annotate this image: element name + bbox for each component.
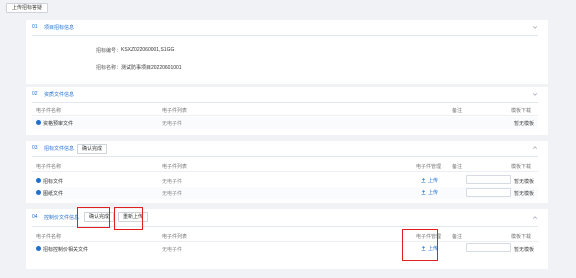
highlight-box bbox=[402, 229, 438, 261]
field-value: 测试防事项目20220601001 bbox=[121, 65, 182, 71]
note-input[interactable] bbox=[466, 175, 511, 184]
files-table: 电子件名称 电子件列表 电子件管理 备注 模板下载 招标控制价相关文件 无电子件… bbox=[32, 233, 538, 267]
file-list: 无电子件 bbox=[162, 247, 183, 253]
upload-label: 上传 bbox=[428, 190, 439, 196]
chevron-up-icon[interactable] bbox=[532, 215, 538, 221]
file-name: 招标文件 bbox=[43, 179, 64, 185]
note-input[interactable] bbox=[466, 188, 511, 197]
column-header-list: 电子件列表 bbox=[162, 234, 188, 240]
chevron-down-icon[interactable] bbox=[532, 91, 538, 97]
column-header-note: 备注 bbox=[452, 164, 463, 170]
column-header-name: 电子件名称 bbox=[36, 164, 62, 170]
divider bbox=[32, 35, 538, 36]
section-title: 控制价文件信息 bbox=[44, 215, 80, 221]
column-header-name: 电子件名称 bbox=[36, 234, 62, 240]
files-table: 电子件名称 电子件列表 备注 模板下载 资格预审文件 无电子件 暂无模板 bbox=[32, 107, 538, 133]
file-list: 无电子件 bbox=[162, 179, 183, 185]
section-title: 项目招标信息 bbox=[44, 25, 75, 31]
section-number: 03 bbox=[32, 145, 38, 151]
upload-icon bbox=[421, 190, 426, 195]
table-row bbox=[32, 187, 538, 199]
section-header[interactable]: 02 资质文件信息 bbox=[26, 87, 548, 102]
field-label: 招标名称： bbox=[96, 65, 122, 71]
section-number: 04 bbox=[32, 214, 38, 220]
column-header-note: 备注 bbox=[452, 108, 463, 114]
upload-tender-qa-button[interactable]: 上传招标答疑 bbox=[6, 3, 49, 13]
info-icon bbox=[36, 190, 41, 195]
field-value: KSXZ022060001,S1GG bbox=[121, 47, 175, 53]
info-icon bbox=[36, 246, 41, 251]
column-header-list: 电子件列表 bbox=[162, 164, 188, 170]
template-download[interactable]: 暂无模板 bbox=[514, 120, 534, 127]
field-label: 招标编号： bbox=[96, 48, 122, 54]
file-list: 无电子件 bbox=[162, 121, 183, 127]
note-input[interactable] bbox=[466, 243, 511, 252]
section-header[interactable]: 01 项目招标信息 bbox=[26, 20, 548, 35]
section-title: 资质文件信息 bbox=[44, 92, 75, 98]
column-header-note: 备注 bbox=[452, 234, 463, 240]
upload-label: 上传 bbox=[428, 178, 439, 184]
row-divider bbox=[32, 241, 538, 242]
chevron-down-icon[interactable] bbox=[532, 24, 538, 30]
chevron-up-icon[interactable] bbox=[532, 145, 538, 151]
divider bbox=[32, 156, 538, 157]
section-title: 招标文件信息 bbox=[44, 146, 75, 152]
info-icon bbox=[36, 178, 41, 183]
section-tender-files: 03 招标文件信息 确认完成 电子件名称 电子件列表 电子件管理 备注 模板下载… bbox=[26, 141, 548, 203]
file-name: 资格预审文件 bbox=[43, 121, 74, 127]
divider bbox=[32, 102, 538, 103]
upload-icon bbox=[421, 178, 426, 183]
highlight-box bbox=[114, 207, 143, 230]
section-number: 02 bbox=[32, 91, 38, 97]
column-header-template: 模板下载 bbox=[511, 164, 532, 170]
column-header-template: 模板下载 bbox=[511, 234, 532, 240]
section-number: 01 bbox=[32, 24, 38, 30]
column-header-name: 电子件名称 bbox=[36, 108, 62, 114]
file-list: 无电子件 bbox=[162, 191, 183, 197]
upload-button[interactable]: 上传 bbox=[421, 189, 438, 196]
template-download[interactable]: 暂无模板 bbox=[514, 246, 534, 253]
template-download[interactable]: 暂无模板 bbox=[514, 178, 534, 185]
files-table: 电子件名称 电子件列表 电子件管理 备注 模板下载 招标文件 无电子件 上传 暂… bbox=[32, 163, 538, 201]
row-divider bbox=[32, 115, 538, 116]
column-header-list: 电子件列表 bbox=[162, 108, 188, 114]
upload-button[interactable]: 上传 bbox=[421, 177, 438, 184]
table-row bbox=[32, 117, 538, 129]
info-icon bbox=[36, 120, 41, 125]
confirm-complete-button[interactable]: 确认完成 bbox=[77, 144, 108, 154]
column-header-manage: 电子件管理 bbox=[416, 164, 442, 170]
section-project-info: 01 项目招标信息 招标编号： KSXZ022060001,S1GG 招标名称：… bbox=[26, 20, 548, 84]
file-name: 图纸文件 bbox=[43, 191, 64, 197]
file-name: 招标控制价相关文件 bbox=[43, 247, 89, 253]
section-qualification-files: 02 资质文件信息 电子件名称 电子件列表 备注 模板下载 资格预审文件 无电子… bbox=[26, 87, 548, 135]
column-header-template: 模板下载 bbox=[511, 108, 532, 114]
highlight-box bbox=[77, 207, 110, 228]
row-divider bbox=[32, 171, 538, 172]
template-download[interactable]: 暂无模板 bbox=[514, 190, 534, 197]
